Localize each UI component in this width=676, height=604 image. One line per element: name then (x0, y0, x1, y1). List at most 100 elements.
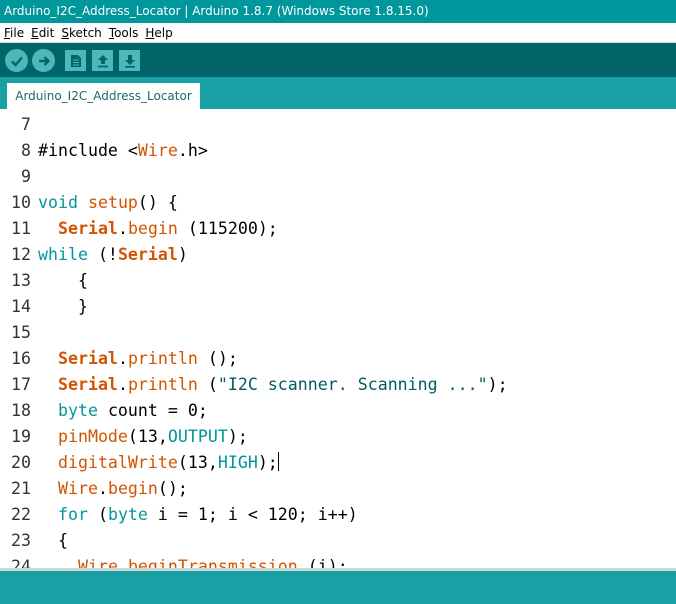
code-token: Serial (57, 219, 118, 238)
code-token: (); (157, 479, 188, 498)
line-number: 21 (11, 479, 31, 498)
code-token: . (97, 479, 108, 498)
verify-check-icon (10, 56, 23, 67)
line-number: 23 (11, 531, 31, 550)
line-number: 17 (11, 375, 31, 394)
code-token: setup (87, 193, 138, 212)
code-token: Wire (137, 141, 178, 160)
code-token: beginTransmission (127, 557, 298, 568)
code-line[interactable]: 23 { (0, 528, 68, 554)
code-token: i = 1; i < 120; i++) (147, 505, 358, 524)
code-token: count = 0; (97, 401, 208, 420)
window-title: Arduino_I2C_Address_Locator | Arduino 1.… (0, 0, 676, 23)
code-line[interactable]: 22 for (byte i = 1; i < 120; i++) (0, 502, 358, 528)
code-line[interactable]: 13 { (0, 268, 88, 294)
verify-button[interactable] (5, 49, 28, 72)
code-token: ); (487, 375, 508, 394)
line-number: 8 (21, 141, 31, 160)
line-number: 12 (11, 245, 31, 264)
code-token: { (38, 531, 68, 550)
text-caret (277, 452, 279, 471)
code-token: (i); (297, 557, 348, 568)
code-line[interactable]: 11 Serial.begin (115200); (0, 216, 278, 242)
line-number: 18 (11, 401, 31, 420)
line-number: 24 (11, 557, 31, 568)
code-token: "I2C scanner. Scanning ..." (217, 375, 488, 394)
code-token: #include < (38, 141, 138, 160)
code-line[interactable]: 20 digitalWrite(13,HIGH); (0, 450, 279, 476)
code-token: Serial (57, 349, 118, 368)
code-token: digitalWrite (57, 453, 178, 472)
code-token: . (117, 375, 128, 394)
code-line[interactable]: 7 (0, 112, 38, 138)
upload-button[interactable] (32, 49, 55, 72)
code-line[interactable]: 16 Serial.println (); (0, 346, 238, 372)
code-line[interactable]: 19 pinMode(13,OUTPUT); (0, 424, 248, 450)
status-area (0, 568, 676, 604)
editor-divider (0, 568, 676, 571)
code-token: Wire (57, 479, 98, 498)
save-button[interactable] (119, 50, 140, 71)
code-token: . (117, 349, 128, 368)
menu-file[interactable]: File (0, 23, 27, 43)
code-token: pinMode (57, 427, 128, 446)
code-token: ( (197, 375, 218, 394)
new-button[interactable] (65, 50, 86, 71)
code-token: (115200); (177, 219, 278, 238)
menu-sketch[interactable]: Sketch (57, 23, 104, 43)
menu-help[interactable]: Help (141, 23, 175, 43)
menu-tools[interactable]: Tools (105, 23, 142, 43)
code-token: ) (177, 245, 188, 264)
code-line[interactable]: 12 while (!Serial) (0, 242, 188, 268)
line-number: 10 (11, 193, 31, 212)
code-token: byte (107, 505, 148, 524)
line-number: 9 (21, 167, 31, 186)
menu-edit[interactable]: Edit (27, 23, 57, 43)
save-down-arrow-icon (124, 54, 135, 68)
code-token: () { (137, 193, 178, 212)
open-button[interactable] (92, 50, 113, 71)
code-line[interactable]: 17 Serial.println ("I2C scanner. Scannin… (0, 372, 508, 398)
code-token: { (38, 271, 88, 290)
code-token: void (38, 193, 78, 212)
code-token: begin (107, 479, 158, 498)
code-token: (); (197, 349, 238, 368)
code-token: .h> (177, 141, 208, 160)
code-line[interactable]: 15 (0, 320, 38, 346)
code-token: println (127, 375, 198, 394)
code-line[interactable]: 24 Wire.beginTransmission (i); (0, 554, 348, 568)
tab-bar: Arduino_I2C_Address_Locator (0, 77, 676, 109)
code-line[interactable]: 9 (0, 164, 38, 190)
code-line[interactable]: 8 #include <Wire.h> (0, 138, 208, 164)
code-token: while (38, 245, 88, 264)
code-token: } (38, 297, 88, 316)
upload-arrow-icon (38, 55, 50, 66)
code-token: Serial (57, 375, 118, 394)
code-editor[interactable]: 7 8 #include <Wire.h> 9 10 void setup() {11 S… (0, 109, 676, 568)
line-number: 19 (11, 427, 31, 446)
code-line[interactable]: 14 } (0, 294, 88, 320)
menu-bar: File Edit Sketch Tools Help (0, 23, 676, 43)
code-line[interactable]: 18 byte count = 0; (0, 398, 208, 424)
line-number: 22 (11, 505, 31, 524)
tab-arduino-i2c-address-locator[interactable]: Arduino_I2C_Address_Locator (7, 83, 200, 109)
toolbar (0, 43, 676, 77)
code-token: (13, (177, 453, 218, 472)
code-token: Serial (117, 245, 178, 264)
code-token: . (117, 219, 128, 238)
line-number: 16 (11, 349, 31, 368)
code-line[interactable]: 21 Wire.begin(); (0, 476, 188, 502)
code-token: HIGH (217, 453, 258, 472)
code-token: println (127, 349, 198, 368)
line-number: 15 (11, 323, 31, 342)
code-line[interactable]: 10 void setup() { (0, 190, 178, 216)
line-number: 11 (11, 219, 31, 238)
